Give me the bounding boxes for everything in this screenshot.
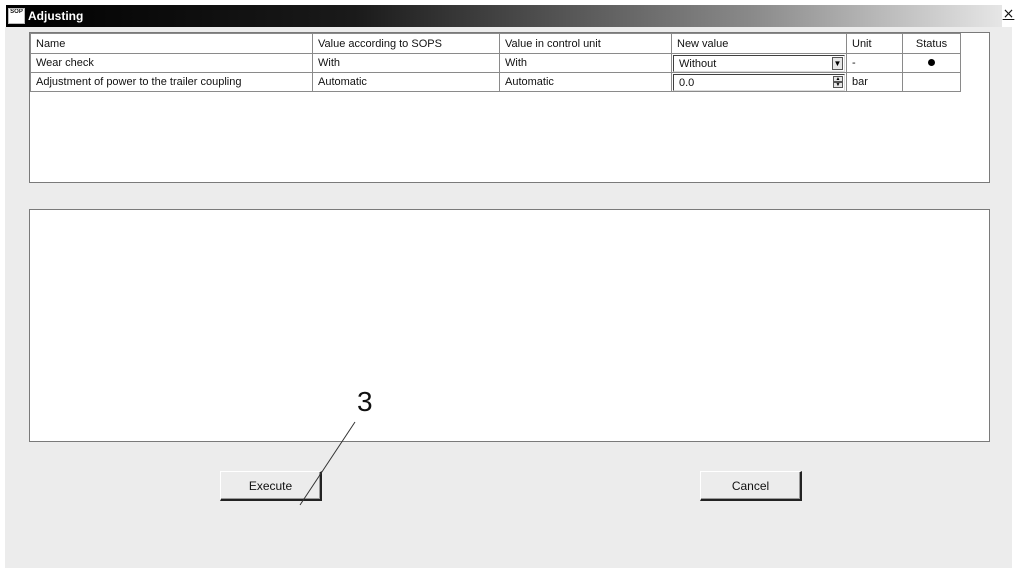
message-panel bbox=[29, 209, 990, 442]
chevron-down-icon[interactable]: ▼ bbox=[832, 56, 843, 70]
adjusting-window: SOP Adjusting × Name Value according to … bbox=[0, 0, 1017, 570]
cell-name: Adjustment of power to the trailer coupl… bbox=[30, 72, 313, 92]
new-value-spinner[interactable]: 0.0 ▲ ▼ bbox=[673, 73, 845, 91]
cancel-button[interactable]: Cancel bbox=[700, 471, 802, 501]
cell-status bbox=[902, 72, 961, 92]
close-icon[interactable]: × bbox=[1002, 6, 1015, 22]
cell-name: Wear check bbox=[30, 53, 313, 73]
callout-number: 3 bbox=[357, 386, 373, 417]
window-title: Adjusting bbox=[28, 9, 84, 23]
cell-value-control-unit: Automatic bbox=[499, 72, 672, 92]
spinner-buttons: ▲ ▼ bbox=[833, 75, 843, 89]
cell-unit: bar bbox=[846, 72, 903, 92]
sop-app-icon: SOP bbox=[8, 8, 25, 24]
table-row[interactable]: Wear check With With Without ▼ - bbox=[30, 53, 961, 73]
column-header-name[interactable]: Name bbox=[30, 33, 313, 54]
spin-down-icon[interactable]: ▼ bbox=[833, 81, 843, 88]
cell-unit: - bbox=[846, 53, 903, 73]
column-header-value-sops[interactable]: Value according to SOPS bbox=[312, 33, 500, 54]
column-header-status[interactable]: Status bbox=[902, 33, 961, 54]
cell-new-value: Without ▼ bbox=[671, 53, 847, 73]
cell-value-sops: With bbox=[312, 53, 500, 73]
cell-value-sops: Automatic bbox=[312, 72, 500, 92]
cell-status bbox=[902, 53, 961, 73]
cell-value-control-unit: With bbox=[499, 53, 672, 73]
table-row[interactable]: Adjustment of power to the trailer coupl… bbox=[30, 72, 961, 92]
column-header-new-value[interactable]: New value bbox=[671, 33, 847, 54]
new-value-dropdown-value: Without bbox=[679, 57, 717, 70]
execute-button[interactable]: Execute bbox=[220, 471, 322, 501]
table-header-row: Name Value according to SOPS Value in co… bbox=[30, 33, 961, 54]
column-header-value-control-unit[interactable]: Value in control unit bbox=[499, 33, 672, 54]
adjustment-table-panel: Name Value according to SOPS Value in co… bbox=[29, 32, 990, 183]
column-header-unit[interactable]: Unit bbox=[846, 33, 903, 54]
new-value-spinner-value[interactable]: 0.0 bbox=[679, 77, 694, 89]
cell-new-value: 0.0 ▲ ▼ bbox=[671, 72, 847, 92]
adjustment-table: Name Value according to SOPS Value in co… bbox=[30, 33, 961, 92]
status-dot-icon bbox=[928, 59, 935, 66]
title-bar: SOP Adjusting bbox=[6, 5, 1002, 27]
new-value-dropdown[interactable]: Without ▼ bbox=[673, 54, 845, 72]
